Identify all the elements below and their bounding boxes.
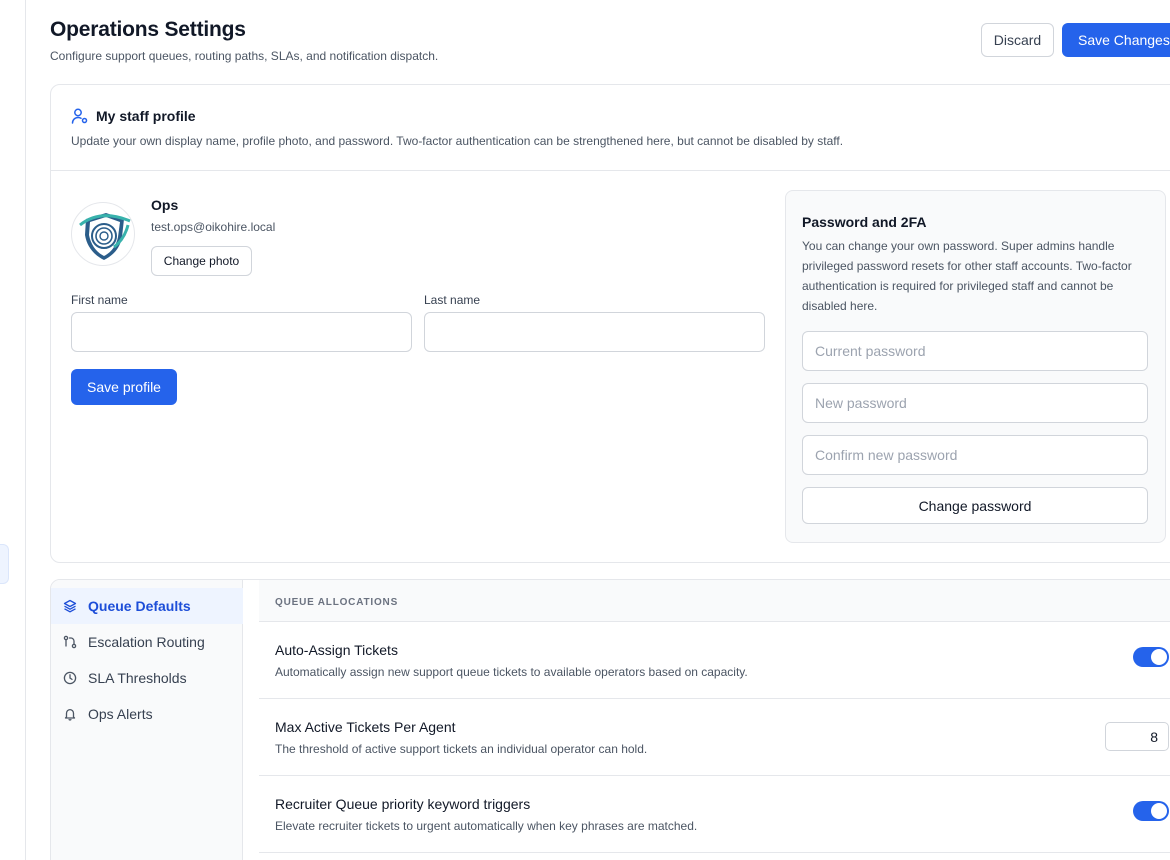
setting-description: Automatically assign new support queue t… — [275, 665, 748, 679]
shield-fingerprint-logo — [79, 213, 131, 260]
toggle-knob — [1151, 803, 1167, 819]
nav-item-label: Escalation Routing — [88, 634, 205, 650]
last-name-label: Last name — [424, 293, 481, 307]
password-2fa-panel: Password and 2FA You can change your own… — [785, 190, 1166, 543]
route-icon — [63, 635, 77, 649]
settings-card: Queue Defaults Escalation Routing SLA Th… — [50, 579, 1170, 860]
recruiter-keywords-toggle[interactable] — [1133, 801, 1169, 821]
nav-item-escalation-routing[interactable]: Escalation Routing — [51, 624, 243, 660]
first-name-input[interactable] — [71, 312, 412, 352]
section-label: QUEUE ALLOCATIONS — [275, 597, 399, 608]
user-email: test.ops@oikohire.local — [151, 220, 276, 234]
change-photo-button[interactable]: Change photo — [151, 246, 252, 276]
password-panel-description: You can change your own password. Super … — [802, 239, 1132, 313]
setting-row-max-active-tickets: Max Active Tickets Per Agent The thresho… — [259, 699, 1170, 776]
confirm-password-input[interactable] — [802, 435, 1148, 475]
user-name: Ops — [151, 197, 179, 213]
auto-assign-toggle[interactable] — [1133, 647, 1169, 667]
staff-profile-card: My staff profile Update your own display… — [50, 84, 1170, 563]
toggle-knob — [1151, 649, 1167, 665]
avatar — [71, 202, 135, 266]
clock-icon — [63, 671, 77, 685]
new-password-input[interactable] — [802, 383, 1148, 423]
nav-item-label: Ops Alerts — [88, 706, 153, 722]
nav-item-queue-defaults[interactable]: Queue Defaults — [51, 588, 243, 624]
setting-description: The threshold of active support tickets … — [275, 742, 648, 756]
discard-button[interactable]: Discard — [981, 23, 1054, 57]
left-rail — [0, 0, 26, 860]
settings-nav: Queue Defaults Escalation Routing SLA Th… — [51, 580, 243, 860]
rail-active-indicator[interactable] — [0, 544, 9, 584]
page-title: Operations Settings — [50, 18, 246, 41]
profile-card-title: My staff profile — [96, 108, 196, 124]
last-name-input[interactable] — [424, 312, 765, 352]
bell-icon — [64, 708, 76, 721]
layers-icon — [63, 599, 77, 613]
nav-item-label: Queue Defaults — [88, 598, 191, 614]
max-active-tickets-input[interactable] — [1105, 722, 1169, 751]
nav-item-label: SLA Thresholds — [88, 670, 187, 686]
save-changes-button[interactable]: Save Changes — [1062, 23, 1170, 57]
setting-row-auto-assign: Auto-Assign Tickets Automatically assign… — [259, 622, 1170, 699]
setting-description: Elevate recruiter tickets to urgent auto… — [275, 819, 698, 833]
page-subtitle: Configure support queues, routing paths,… — [50, 49, 439, 63]
setting-title: Recruiter Queue priority keyword trigger… — [275, 796, 531, 812]
nav-item-ops-alerts[interactable]: Ops Alerts — [51, 696, 243, 732]
profile-card-description: Update your own display name, profile ph… — [71, 134, 844, 148]
user-settings-icon — [71, 108, 88, 124]
change-password-button[interactable]: Change password — [802, 487, 1148, 524]
profile-card-header: My staff profile Update your own display… — [51, 85, 1170, 171]
nav-item-sla-thresholds[interactable]: SLA Thresholds — [51, 660, 243, 696]
setting-title: Auto-Assign Tickets — [275, 642, 398, 658]
section-header: QUEUE ALLOCATIONS — [259, 580, 1170, 622]
setting-title: Max Active Tickets Per Agent — [275, 719, 456, 735]
save-profile-button[interactable]: Save profile — [71, 369, 177, 405]
password-panel-title: Password and 2FA — [802, 214, 927, 230]
first-name-label: First name — [71, 293, 128, 307]
current-password-input[interactable] — [802, 331, 1148, 371]
setting-row-recruiter-keywords: Recruiter Queue priority keyword trigger… — [259, 776, 1170, 853]
